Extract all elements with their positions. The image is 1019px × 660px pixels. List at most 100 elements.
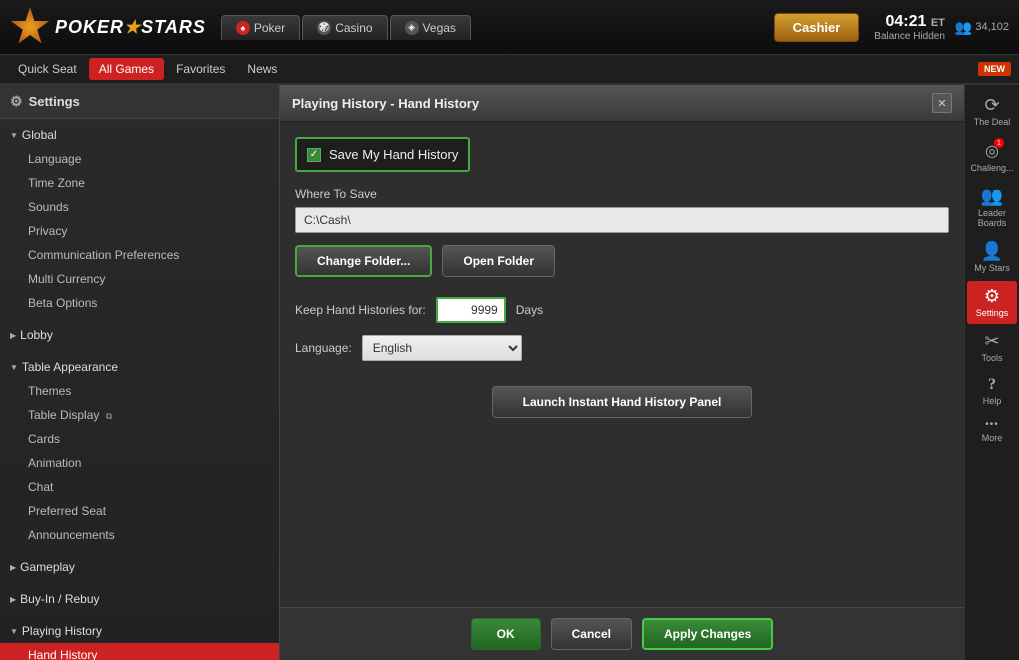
sidebar-section-gameplay: ▶ Gameplay: [0, 551, 279, 583]
nav-bar: Quick Seat All Games Favorites News NEW: [0, 55, 1019, 85]
sidebar-section-lobby: ▶ Lobby: [0, 319, 279, 351]
gear-icon: ⚙: [10, 93, 23, 110]
vegas-icon: ◈: [405, 21, 419, 35]
right-item-tools[interactable]: ✂ Tools: [967, 326, 1017, 369]
poker-icon: ♠: [236, 21, 250, 35]
sidebar-item-themes[interactable]: Themes: [0, 379, 279, 403]
sidebar-item-animation[interactable]: Animation: [0, 451, 279, 475]
clock-display: 04:21 ET: [885, 13, 944, 31]
open-folder-button[interactable]: Open Folder: [442, 245, 555, 277]
content-body: ✓ Save My Hand History Where To Save Cha…: [280, 122, 964, 607]
sidebar-item-cards[interactable]: Cards: [0, 427, 279, 451]
arrow-icon: ▼: [10, 627, 18, 636]
sidebar-item-chat[interactable]: Chat: [0, 475, 279, 499]
settings-icon: ⚙: [984, 287, 1000, 305]
sidebar-section-tableappearance: ▼ Table Appearance Themes Table Display …: [0, 351, 279, 551]
sidebar-item-timezone[interactable]: Time Zone: [0, 171, 279, 195]
balance-label: Balance Hidden: [874, 31, 945, 42]
keep-days-input[interactable]: [436, 297, 506, 323]
sidebar-item-multicurrency[interactable]: Multi Currency: [0, 267, 279, 291]
arrow-icon: ▶: [10, 563, 16, 572]
save-history-label: Save My Hand History: [329, 147, 458, 162]
arrow-icon: ▶: [10, 331, 16, 340]
logo-star-icon: [10, 7, 50, 47]
days-label: Days: [516, 303, 543, 317]
sidebar-group-lobby[interactable]: ▶ Lobby: [0, 323, 279, 347]
tab-casino[interactable]: 🎲 Casino: [302, 15, 387, 40]
right-item-help[interactable]: ? Help: [967, 371, 1017, 412]
sidebar-group-global[interactable]: ▼ Global: [0, 123, 279, 147]
sidebar-title: ⚙ Settings: [0, 85, 279, 119]
sidebar-group-gameplay[interactable]: ▶ Gameplay: [0, 555, 279, 579]
apply-changes-button[interactable]: Apply Changes: [642, 618, 773, 650]
sidebar-group-buyin[interactable]: ▶ Buy-In / Rebuy: [0, 587, 279, 611]
content-footer: OK Cancel Apply Changes: [280, 607, 964, 660]
sidebar-item-tabledisplay[interactable]: Table Display ⧉: [0, 403, 279, 427]
cashier-button[interactable]: Cashier: [774, 13, 860, 42]
save-path-input[interactable]: [295, 207, 949, 233]
launch-instant-panel-button[interactable]: Launch Instant Hand History Panel: [492, 386, 753, 418]
right-item-thedeal[interactable]: ⟳ The Deal: [967, 90, 1017, 133]
new-badge: NEW: [978, 62, 1011, 76]
settings-sidebar: ⚙ Settings ▼ Global Language Time Zone S…: [0, 85, 280, 660]
tab-vegas[interactable]: ◈ Vegas: [390, 15, 471, 40]
logo: POKER★STARS: [10, 7, 206, 47]
nav-all-games[interactable]: All Games: [89, 58, 164, 80]
cancel-button[interactable]: Cancel: [551, 618, 632, 650]
tools-icon: ✂: [984, 332, 999, 350]
change-folder-button[interactable]: Change Folder...: [295, 245, 432, 277]
arrow-icon: ▼: [10, 363, 18, 372]
language-label: Language:: [295, 341, 352, 355]
right-item-mystars[interactable]: 👤 My Stars: [967, 236, 1017, 279]
casino-icon: 🎲: [317, 21, 331, 35]
ok-button[interactable]: OK: [471, 618, 541, 650]
sidebar-item-betaoptions[interactable]: Beta Options: [0, 291, 279, 315]
top-right-info: 04:21 ET Balance Hidden: [874, 13, 945, 42]
save-history-checkbox[interactable]: ✓: [307, 148, 321, 162]
language-row: Language: English French German Spanish: [295, 335, 949, 361]
save-hand-history-checkbox-row: ✓ Save My Hand History: [295, 137, 470, 172]
right-item-more[interactable]: ••• More: [967, 414, 1017, 449]
more-icon: •••: [985, 420, 999, 430]
top-nav-tabs: ♠ Poker 🎲 Casino ◈ Vegas: [221, 15, 471, 40]
sidebar-item-announcements[interactable]: Announcements: [0, 523, 279, 547]
nav-favorites[interactable]: Favorites: [166, 58, 235, 80]
right-sidebar: ⟳ The Deal ◎ 1 Challeng... 👥 Leader Boar…: [964, 85, 1019, 660]
right-item-challenge[interactable]: ◎ 1 Challeng...: [967, 135, 1017, 179]
right-item-leaderboards[interactable]: 👥 Leader Boards: [967, 181, 1017, 234]
top-bar: POKER★STARS ♠ Poker 🎲 Casino ◈ Vegas Cas…: [0, 0, 1019, 55]
content-header: Playing History - Hand History ✕: [280, 85, 964, 122]
mystars-icon: 👤: [981, 242, 1003, 260]
sidebar-item-communication[interactable]: Communication Preferences: [0, 243, 279, 267]
tab-poker[interactable]: ♠ Poker: [221, 15, 300, 40]
challenge-icon: ◎ 1: [985, 141, 999, 160]
sidebar-item-handhistory[interactable]: Hand History: [0, 643, 279, 660]
content-title: Playing History - Hand History: [292, 96, 479, 111]
arrow-icon: ▶: [10, 595, 16, 604]
nav-news[interactable]: News: [237, 58, 287, 80]
sidebar-item-preferredseat[interactable]: Preferred Seat: [0, 499, 279, 523]
sidebar-item-language[interactable]: Language: [0, 147, 279, 171]
players-icon: 👥: [955, 19, 972, 36]
sidebar-section-buyin: ▶ Buy-In / Rebuy: [0, 583, 279, 615]
content-panel: Playing History - Hand History ✕ ✓ Save …: [280, 85, 964, 660]
keep-histories-label: Keep Hand Histories for:: [295, 303, 426, 317]
nav-quick-seat[interactable]: Quick Seat: [8, 58, 87, 80]
arrow-icon: ▼: [10, 131, 18, 140]
logo-text: POKER★STARS: [55, 17, 206, 38]
right-item-settings[interactable]: ⚙ Settings: [967, 281, 1017, 324]
sidebar-group-tableappearance[interactable]: ▼ Table Appearance: [0, 355, 279, 379]
where-to-save-label: Where To Save: [295, 187, 949, 201]
copy-icon: ⧉: [106, 411, 112, 421]
sidebar-section-playinghistory: ▼ Playing History Hand History Tournamen…: [0, 615, 279, 660]
close-button[interactable]: ✕: [932, 93, 952, 113]
main-layout: ⚙ Settings ▼ Global Language Time Zone S…: [0, 85, 1019, 660]
help-icon: ?: [988, 377, 996, 393]
sidebar-item-sounds[interactable]: Sounds: [0, 195, 279, 219]
language-select[interactable]: English French German Spanish: [362, 335, 522, 361]
deal-icon: ⟳: [984, 96, 999, 114]
sidebar-item-privacy[interactable]: Privacy: [0, 219, 279, 243]
leaderboards-icon: 👥: [981, 187, 1003, 205]
sidebar-group-playinghistory[interactable]: ▼ Playing History: [0, 619, 279, 643]
sidebar-section-global: ▼ Global Language Time Zone Sounds Priva…: [0, 119, 279, 319]
